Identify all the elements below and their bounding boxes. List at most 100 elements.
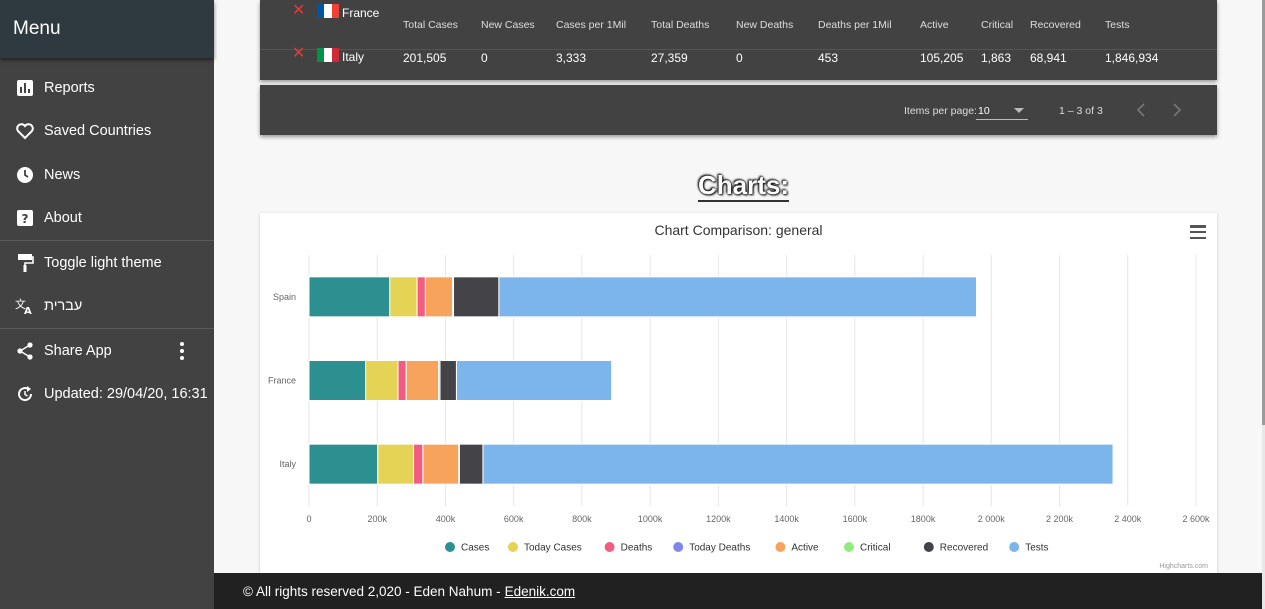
column-header-critical[interactable]: Critical [981, 19, 1013, 31]
cell-new-deaths: 0 [736, 51, 743, 65]
chart-title: Chart Comparison: general [654, 222, 823, 238]
column-header-new-cases[interactable]: New Cases [481, 19, 535, 31]
bar-segment [308, 360, 367, 401]
legend-item[interactable]: Recovered [940, 543, 988, 554]
share-icon [14, 340, 36, 362]
bar-segment [397, 360, 407, 401]
cell-total-cases: 201,505 [403, 51, 447, 65]
chevron-right-icon [1173, 103, 1182, 117]
x-tick-label: 2 000k [978, 514, 1006, 524]
column-header-recovered[interactable]: Recovered [1030, 19, 1081, 31]
x-tick-label: 2 200k [1046, 514, 1074, 524]
legend-marker [604, 542, 615, 552]
remove-france-button[interactable]: ✕ [292, 3, 305, 19]
column-header-active[interactable]: Active [920, 19, 949, 31]
y-category-label: Italy [279, 459, 296, 469]
paint-roller-icon [14, 252, 36, 274]
cell-active: 105,205 [920, 51, 964, 65]
column-header-tests[interactable]: Tests [1105, 19, 1130, 31]
legend-marker [775, 542, 786, 552]
bar-segment [453, 276, 500, 318]
legend-item[interactable]: Cases [461, 543, 489, 554]
items-per-page-label: Items per page: [904, 105, 977, 117]
comparison-chart: 0 200k 400k 600k 800k 1000k 1200k 1400k 1600k 180… [260, 213, 1217, 573]
chart-credits[interactable]: Highcharts.com [1159, 563, 1208, 570]
bar-segment [422, 443, 460, 485]
bar-segment [405, 360, 440, 401]
legend-marker [673, 542, 684, 552]
chevron-left-icon [1136, 103, 1145, 117]
page-range-label: 1 – 3 of 3 [1059, 105, 1103, 117]
x-tick-label: 2 600k [1182, 514, 1210, 524]
bar-segment [308, 276, 391, 318]
sidebar-item-language[interactable]: 文A עברית [0, 285, 214, 329]
legend-item[interactable]: Tests [1025, 543, 1048, 554]
x-tick-label: 1600k [843, 514, 868, 524]
x-tick-label: 1000k [638, 514, 663, 524]
heart-icon [14, 120, 36, 142]
sidebar-item-about[interactable]: ? About [0, 197, 214, 241]
svg-text:?: ? [22, 212, 29, 226]
footer: © All rights reserved 2,020 - Eden Nahum… [214, 573, 1262, 609]
legend-marker [1009, 542, 1020, 552]
help-icon: ? [14, 207, 36, 229]
bar-segment [439, 360, 457, 401]
x-tick-label: 2 400k [1114, 514, 1142, 524]
column-header-deaths-per-1mil[interactable]: Deaths per 1Mil [818, 19, 892, 31]
items-per-page-select[interactable]: 10 [976, 100, 1028, 120]
sidebar-item-label: Share App [44, 342, 112, 359]
cell-deaths-per-1mil: 453 [818, 51, 839, 65]
bar-chart-icon [14, 77, 36, 99]
legend-marker [844, 542, 854, 552]
sidebar-item-toggle-theme[interactable]: Toggle light theme [0, 241, 214, 285]
bar-segment [377, 443, 415, 485]
legend-marker [508, 542, 518, 552]
legend-item[interactable]: Active [791, 543, 819, 554]
sidebar-item-label: News [44, 166, 81, 183]
cell-recovered: 68,941 [1030, 51, 1067, 65]
sidebar-item-saved-countries[interactable]: Saved Countries [0, 110, 214, 154]
sidebar-item-reports[interactable]: Reports [0, 66, 214, 110]
cell-cases-per-1mil: 3,333 [556, 51, 587, 65]
legend-item[interactable]: Critical [860, 543, 891, 554]
sidebar-item-updated: Updated: 29/04/20, 16:31 [0, 373, 214, 417]
column-header-total-deaths[interactable]: Total Deaths [651, 19, 709, 31]
menu-title: Menu [0, 0, 214, 58]
footer-link[interactable]: Edenik.com [505, 584, 576, 599]
next-page-button[interactable] [1166, 99, 1188, 121]
sidebar-item-label: Updated: 29/04/20, 16:31 [44, 386, 208, 403]
bar-segment [416, 276, 426, 318]
chart-menu-icon[interactable] [1189, 224, 1207, 240]
column-header-total-cases[interactable]: Total Cases [403, 19, 458, 31]
bar-segment [424, 276, 454, 318]
sidebar-item-news[interactable]: News [0, 153, 214, 197]
y-category-label: France [268, 376, 296, 386]
legend-item[interactable]: Deaths [621, 543, 653, 554]
bar-segment [458, 443, 484, 485]
more-vert-icon[interactable] [174, 341, 190, 361]
cell-new-cases: 0 [481, 51, 488, 65]
chart-svg: 0 200k 400k 600k 800k 1000k 1200k 1400k 1600k 180… [268, 255, 1210, 554]
paginator: Items per page: 10 1 – 3 of 3 [260, 85, 1217, 135]
x-tick-label: 1400k [774, 514, 799, 524]
sidebar-item-share-app[interactable]: Share App [0, 329, 214, 373]
sidebar-item-label: Saved Countries [44, 123, 152, 140]
country-name[interactable]: Italy [342, 50, 364, 64]
translate-icon: 文A [14, 295, 36, 317]
x-tick-label: 400k [436, 514, 456, 524]
x-tick-label: 1200k [706, 514, 731, 524]
x-tick-label: 800k [572, 514, 592, 524]
previous-page-button[interactable] [1130, 99, 1152, 121]
remove-italy-button[interactable]: ✕ [292, 46, 305, 62]
svg-text:A: A [24, 306, 32, 315]
column-header-new-deaths[interactable]: New Deaths [736, 19, 793, 31]
legend-item[interactable]: Today Cases [524, 543, 582, 554]
legend-item[interactable]: Today Deaths [689, 543, 750, 554]
bar-segment [413, 443, 424, 485]
bar-segment [389, 276, 418, 318]
country-name[interactable]: France [342, 6, 379, 20]
chevron-down-icon [1014, 108, 1024, 113]
row-divider [260, 49, 1217, 50]
cell-total-deaths: 27,359 [651, 51, 688, 65]
column-header-cases-per-1mil[interactable]: Cases per 1Mil [556, 19, 626, 31]
